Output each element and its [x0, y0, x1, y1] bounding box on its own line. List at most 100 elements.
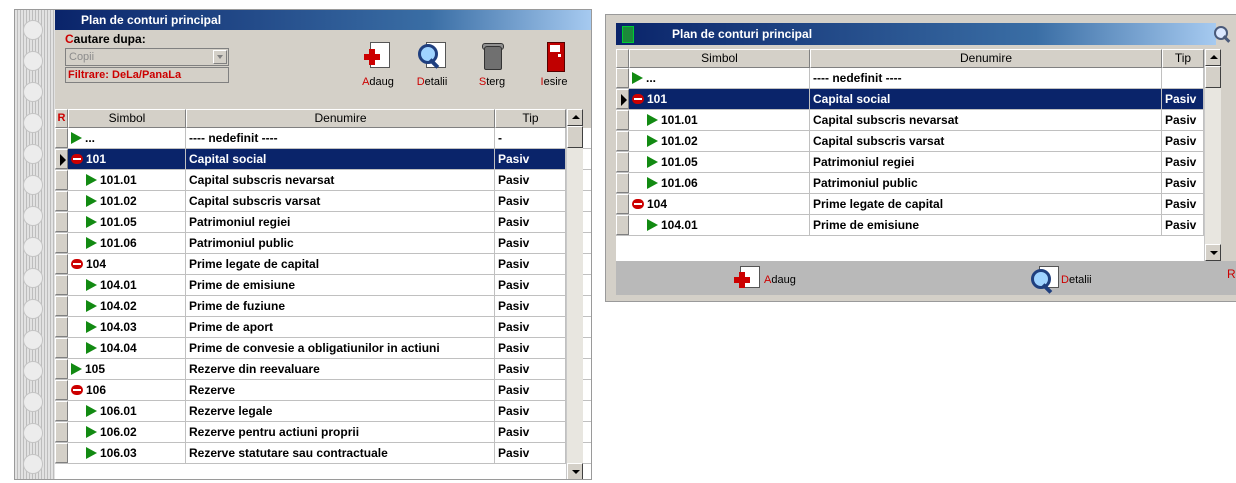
search-combo[interactable]: Copii: [65, 48, 229, 66]
scroll-up-icon[interactable]: [567, 109, 583, 126]
table-row[interactable]: 104.04 Prime de convesie a obligatiunilor…: [55, 338, 591, 359]
scroll-up-icon[interactable]: [1205, 49, 1221, 66]
scroll-down-icon[interactable]: [1205, 244, 1221, 261]
table-row[interactable]: 101.05 Patrimoniul regiei Pasiv: [616, 152, 1204, 173]
table-row[interactable]: 104.02 Prime de fuziune Pasiv: [55, 296, 591, 317]
row-selector[interactable]: [55, 317, 68, 337]
binder-ring: [23, 206, 43, 226]
exit-button[interactable]: Iesire: [531, 32, 577, 92]
row-selector[interactable]: [55, 275, 68, 295]
cell-symbol: 104.01: [629, 215, 810, 235]
table-row[interactable]: ... ---- nedefinit ----: [616, 68, 1204, 89]
row-selector[interactable]: [55, 254, 68, 274]
table-row[interactable]: 101.06 Patrimoniul public Pasiv: [616, 173, 1204, 194]
exit-door-icon: [538, 40, 570, 74]
cell-type: Pasiv: [1162, 173, 1204, 193]
table-row[interactable]: 104.01 Prime de emisiune Pasiv: [55, 275, 591, 296]
table-row[interactable]: 101.02 Capital subscris varsat Pasiv: [55, 191, 591, 212]
cell-symbol: 105: [68, 359, 186, 379]
row-selector[interactable]: [55, 212, 68, 232]
cell-symbol: 104: [629, 194, 810, 214]
green-triangle-icon: [86, 426, 97, 438]
row-selector[interactable]: [616, 173, 629, 193]
delete-button[interactable]: Sterg: [469, 32, 515, 92]
column-header-name[interactable]: Denumire: [810, 49, 1162, 68]
column-header-type[interactable]: Tip: [495, 109, 566, 128]
cell-name: Capital social: [186, 149, 495, 169]
row-selector[interactable]: [55, 380, 68, 400]
row-selector[interactable]: [55, 422, 68, 442]
green-triangle-icon: [647, 135, 658, 147]
table-row[interactable]: 101.01 Capital subscris nevarsat Pasiv: [55, 170, 591, 191]
cell-symbol-text: 101.01: [661, 113, 698, 127]
table-row[interactable]: 101.01 Capital subscris nevarsat Pasiv: [616, 110, 1204, 131]
row-selector[interactable]: [55, 401, 68, 421]
table-row[interactable]: 101.06 Patrimoniul public Pasiv: [55, 233, 591, 254]
row-selector[interactable]: [616, 215, 629, 235]
cell-name: Rezerve pentru actiuni proprii: [186, 422, 495, 442]
table-row[interactable]: 104.03 Prime de aport Pasiv: [55, 317, 591, 338]
scroll-down-icon[interactable]: [567, 463, 583, 479]
table-row[interactable]: 105 Rezerve din reevaluare Pasiv: [55, 359, 591, 380]
add-button[interactable]: Adaug: [355, 32, 401, 92]
cell-type: Pasiv: [495, 422, 566, 442]
cell-name: Prime de fuziune: [186, 296, 495, 316]
row-selector[interactable]: [55, 359, 68, 379]
cell-symbol-text: 101: [647, 92, 668, 106]
cell-symbol: 106.02: [68, 422, 186, 442]
table-row[interactable]: 101.05 Patrimoniul regiei Pasiv: [55, 212, 591, 233]
footer-details-button[interactable]: Detalii: [1029, 265, 1109, 294]
column-header-symbol[interactable]: Simbol: [68, 109, 186, 128]
cell-type: Pasiv: [495, 275, 566, 295]
scroll-thumb[interactable]: [567, 126, 583, 148]
row-selector[interactable]: [55, 296, 68, 316]
row-selector[interactable]: [55, 338, 68, 358]
cell-name: Rezerve din reevaluare: [186, 359, 495, 379]
cell-symbol: 101.02: [68, 191, 186, 211]
green-triangle-icon: [86, 300, 97, 312]
left-panel: Plan de conturi principal Cautare dupa: …: [55, 10, 591, 479]
row-selector[interactable]: [616, 89, 629, 109]
table-row[interactable]: 106 Rezerve Pasiv: [55, 380, 591, 401]
search-icon[interactable]: [1212, 24, 1234, 46]
row-selector[interactable]: [55, 443, 68, 463]
footer-truncated-label[interactable]: R: [1227, 267, 1236, 281]
column-header-symbol[interactable]: Simbol: [629, 49, 810, 68]
row-selector[interactable]: [616, 68, 629, 88]
column-header-type[interactable]: Tip: [1162, 49, 1204, 68]
red-minus-icon: [71, 154, 83, 164]
row-selector[interactable]: [55, 128, 68, 148]
table-row[interactable]: 101 Capital social Pasiv: [616, 89, 1204, 110]
row-selector[interactable]: [55, 170, 68, 190]
table-row[interactable]: 104.01 Prime de emisiune Pasiv: [616, 215, 1204, 236]
table-row[interactable]: 104 Prime legate de capital Pasiv: [55, 254, 591, 275]
table-row[interactable]: 101.02 Capital subscris varsat Pasiv: [616, 131, 1204, 152]
table-row[interactable]: 104 Prime legate de capital Pasiv: [616, 194, 1204, 215]
scroll-thumb[interactable]: [1205, 66, 1221, 88]
footer-add-button[interactable]: Adaug: [732, 265, 812, 291]
table-row[interactable]: 106.03 Rezerve statutare sau contractuale…: [55, 443, 591, 464]
left-rows: ... ---- nedefinit ---- - 101 Capital social…: [55, 128, 591, 464]
chevron-down-icon[interactable]: [213, 50, 227, 64]
right-vertical-scrollbar[interactable]: [1204, 49, 1221, 261]
column-header-name[interactable]: Denumire: [186, 109, 495, 128]
row-selector[interactable]: [55, 191, 68, 211]
row-selector[interactable]: [55, 149, 68, 169]
details-button[interactable]: Detalii: [409, 32, 455, 92]
table-row[interactable]: 101 Capital social Pasiv: [55, 149, 591, 170]
red-minus-icon: [71, 385, 83, 395]
cell-type: Pasiv: [495, 254, 566, 274]
table-row[interactable]: 106.02 Rezerve pentru actiuni proprii Pasi…: [55, 422, 591, 443]
cell-symbol-text: 101.05: [661, 155, 698, 169]
table-row[interactable]: ... ---- nedefinit ---- -: [55, 128, 591, 149]
filter-label[interactable]: Filtrare: DeLa/PanaLa: [65, 67, 229, 83]
row-selector[interactable]: [616, 194, 629, 214]
cell-type: Pasiv: [495, 149, 566, 169]
row-selector[interactable]: [616, 152, 629, 172]
left-vertical-scrollbar[interactable]: [566, 109, 583, 479]
row-selector[interactable]: [616, 131, 629, 151]
row-selector[interactable]: [616, 110, 629, 130]
row-selector[interactable]: [55, 233, 68, 253]
cell-symbol-text: 101.02: [100, 194, 137, 208]
table-row[interactable]: 106.01 Rezerve legale Pasiv: [55, 401, 591, 422]
